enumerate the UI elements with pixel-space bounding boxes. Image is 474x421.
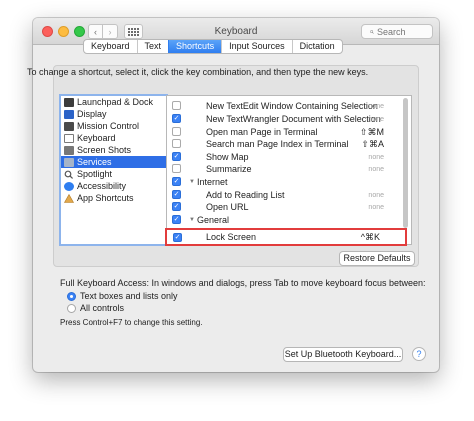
restore-defaults-button[interactable]: Restore Defaults <box>339 251 415 266</box>
shortcut-row[interactable]: ✓ Add to Reading List none <box>167 189 411 201</box>
shortcut-row[interactable]: Search man Page Index in Terminal ⇧⌘A <box>167 138 411 150</box>
disclosure-triangle-icon[interactable]: ▼ <box>189 179 195 185</box>
tab-shortcuts[interactable]: Shortcuts <box>168 40 222 53</box>
category-app-shortcuts[interactable]: App Shortcuts <box>61 192 166 204</box>
category-launchpad-dock[interactable]: Launchpad & Dock <box>61 96 166 108</box>
shortcut-group-general[interactable]: ✓ ▼ General <box>167 214 411 226</box>
category-display[interactable]: Display <box>61 108 166 120</box>
keyboard-hint-text: Press Control+F7 to change this setting. <box>60 318 203 327</box>
screenshots-icon <box>64 145 74 155</box>
tab-keyboard[interactable]: Keyboard <box>84 40 137 53</box>
enable-checkbox[interactable]: ✓ <box>173 233 182 242</box>
enable-checkbox[interactable]: ✓ <box>172 202 181 211</box>
instructions-text: To change a shortcut, select it, click t… <box>27 67 369 77</box>
category-spotlight[interactable]: Spotlight <box>61 168 166 180</box>
mission-control-icon <box>64 121 74 131</box>
category-mission-control[interactable]: Mission Control <box>61 120 166 132</box>
shortcut-categories-list[interactable]: Launchpad & Dock Display Mission Control… <box>59 94 168 246</box>
radio-text-boxes-lists[interactable]: Text boxes and lists only <box>67 291 178 301</box>
keyboard-icon <box>64 133 74 143</box>
help-button[interactable]: ? <box>412 347 426 361</box>
shortcut-row[interactable]: ✓ Show Map none <box>167 151 411 163</box>
category-screen-shots[interactable]: Screen Shots <box>61 144 166 156</box>
tab-text[interactable]: Text <box>136 40 169 53</box>
services-shortcuts-list[interactable]: New TextEdit Window Containing Selection… <box>166 95 412 245</box>
search-input[interactable] <box>377 26 432 37</box>
shortcut-row[interactable]: ✓ New TextWrangler Document with Selecti… <box>167 113 411 125</box>
full-keyboard-access-label: Full Keyboard Access: In windows and dia… <box>60 278 426 288</box>
category-keyboard[interactable]: Keyboard <box>61 132 166 144</box>
enable-checkbox[interactable]: ✓ <box>172 215 181 224</box>
tab-input-sources[interactable]: Input Sources <box>221 40 292 53</box>
disclosure-triangle-icon[interactable]: ▼ <box>189 217 195 223</box>
launchpad-icon <box>64 97 74 107</box>
services-icon <box>64 157 74 167</box>
shortcut-row[interactable]: Open man Page in Terminal ⇧⌘M <box>167 126 411 138</box>
enable-checkbox[interactable]: ✓ <box>172 114 181 123</box>
app-shortcuts-icon <box>63 193 75 203</box>
search-icon <box>370 29 374 34</box>
shortcut-row[interactable]: ✓ Open URL none <box>167 201 411 213</box>
shortcut-row[interactable]: New TextEdit Window Containing Selection… <box>167 100 411 112</box>
setup-bluetooth-keyboard-button[interactable]: Set Up Bluetooth Keyboard... <box>283 347 403 362</box>
preference-tabs: Keyboard Text Shortcuts Input Sources Di… <box>83 39 343 54</box>
enable-checkbox[interactable]: ✓ <box>172 152 181 161</box>
list-scrollbar[interactable] <box>403 98 408 228</box>
enable-checkbox[interactable] <box>172 139 181 148</box>
radio-button[interactable] <box>67 303 76 313</box>
enable-checkbox[interactable] <box>172 164 181 173</box>
enable-checkbox[interactable] <box>172 127 181 136</box>
tab-dictation[interactable]: Dictation <box>291 40 342 53</box>
enable-checkbox[interactable]: ✓ <box>172 190 181 199</box>
accessibility-icon <box>64 181 74 191</box>
radio-button[interactable] <box>67 291 76 301</box>
shortcut-group-internet[interactable]: ✓ ▼ Internet <box>167 176 411 188</box>
category-accessibility[interactable]: Accessibility <box>61 180 166 192</box>
radio-all-controls[interactable]: All controls <box>67 303 124 313</box>
search-field[interactable] <box>361 24 433 39</box>
enable-checkbox[interactable] <box>172 101 181 110</box>
lock-screen-shortcut-row[interactable]: ✓ Lock Screen ^⌘K <box>165 228 407 246</box>
enable-checkbox[interactable]: ✓ <box>172 177 181 186</box>
shortcut-row[interactable]: Summarize none <box>167 163 411 175</box>
display-icon <box>64 109 74 119</box>
spotlight-icon <box>64 170 74 179</box>
category-services[interactable]: Services <box>61 156 166 168</box>
